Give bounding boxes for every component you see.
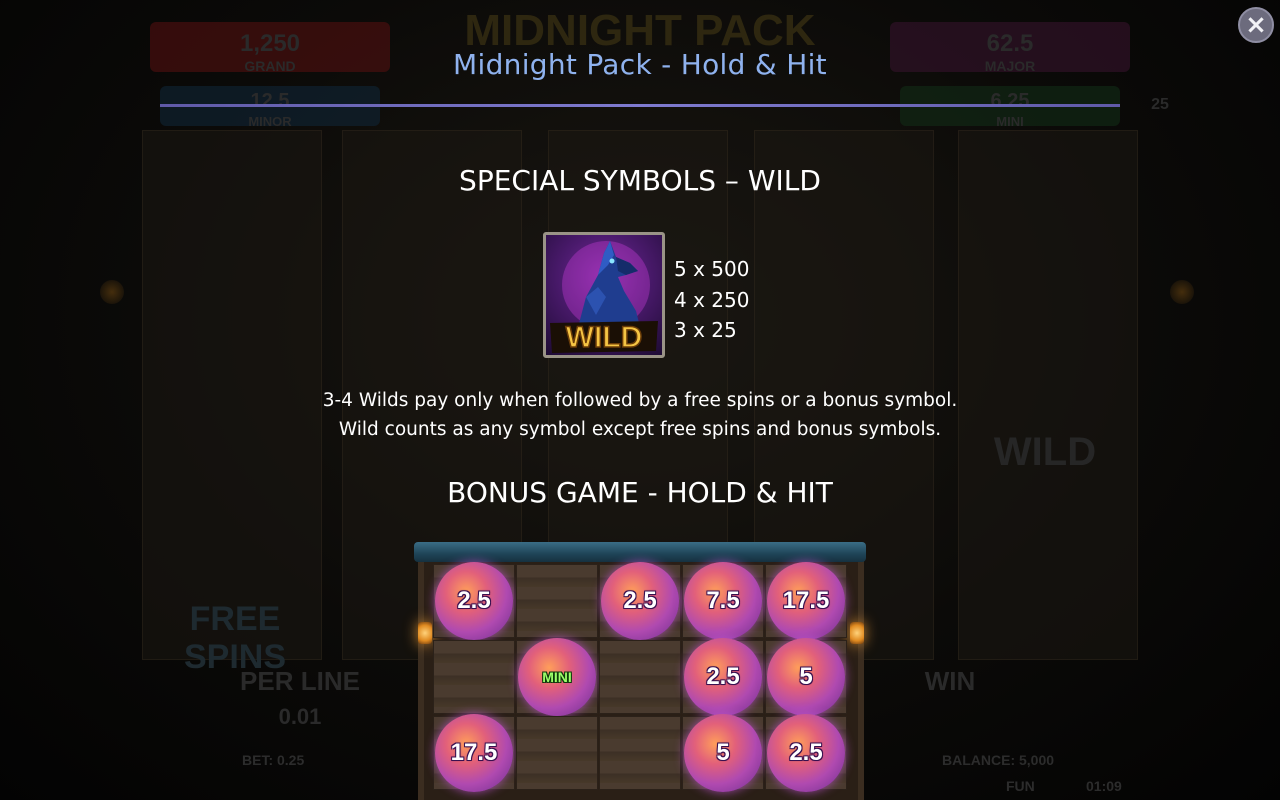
wild-symbol-label: WILD [566,321,643,354]
wild-symbol-icon: WILD [543,232,665,358]
moon-value: 17.5 [450,739,498,766]
wild-desc-line-1: 3-4 Wilds pay only when followed by a fr… [322,390,958,411]
moon-value: 5 [799,663,813,690]
moon-value: MINI [542,669,572,685]
moon-bonus-icon: 7.5 [684,562,762,640]
moon-bonus-icon: 17.5 [435,714,513,792]
moon-bonus-icon: 2.5 [767,714,845,792]
bonus-grid-cell [599,716,681,790]
wild-desc-line-2: Wild counts as any symbol except free sp… [338,419,942,440]
moon-bonus-icon: 5 [684,714,762,792]
moon-value: 17.5 [782,587,830,614]
pay-row-4: 4 x 250 [674,287,750,312]
moon-bonus-icon: 2.5 [601,562,679,640]
moon-bonus-icon: 2.5 [684,638,762,716]
wild-heading: SPECIAL SYMBOLS – WILD [459,164,821,197]
popup-title: Midnight Pack - Hold & Hit [453,48,827,81]
lantern-left-icon [418,622,432,644]
close-icon: × [1245,10,1267,40]
bonus-grid-cell [433,640,515,714]
bonus-grid-cell [516,564,598,638]
lantern-right-icon [850,622,864,644]
moon-bonus-icon: MINI [518,638,596,716]
close-button[interactable]: × [1238,7,1274,43]
moon-value: 2.5 [623,587,657,614]
pay-row-3: 3 x 25 [674,318,737,342]
moon-value: 5 [716,739,730,766]
moon-bonus-icon: 2.5 [435,562,513,640]
moon-value: 2.5 [789,739,823,766]
moon-value: 7.5 [706,587,740,614]
moon-value: 2.5 [706,663,740,690]
bonus-grid-top-border [414,542,866,562]
moon-bonus-icon: 17.5 [767,562,845,640]
bonus-heading: BONUS GAME - HOLD & HIT [447,476,833,509]
bonus-grid-cell [516,716,598,790]
paytable-popup: × Midnight Pack - Hold & Hit SPECIAL SYM… [0,0,1280,800]
wild-paytable: 5 x 500 4 x 250 3 x 25 [674,254,749,346]
pay-row-5: 5 x 500 [674,257,750,281]
bonus-grid-cell [599,640,681,714]
moon-bonus-icon: 5 [767,638,845,716]
title-divider [160,104,1120,107]
wolf-icon: WILD [550,241,658,355]
moon-value: 2.5 [457,587,491,614]
